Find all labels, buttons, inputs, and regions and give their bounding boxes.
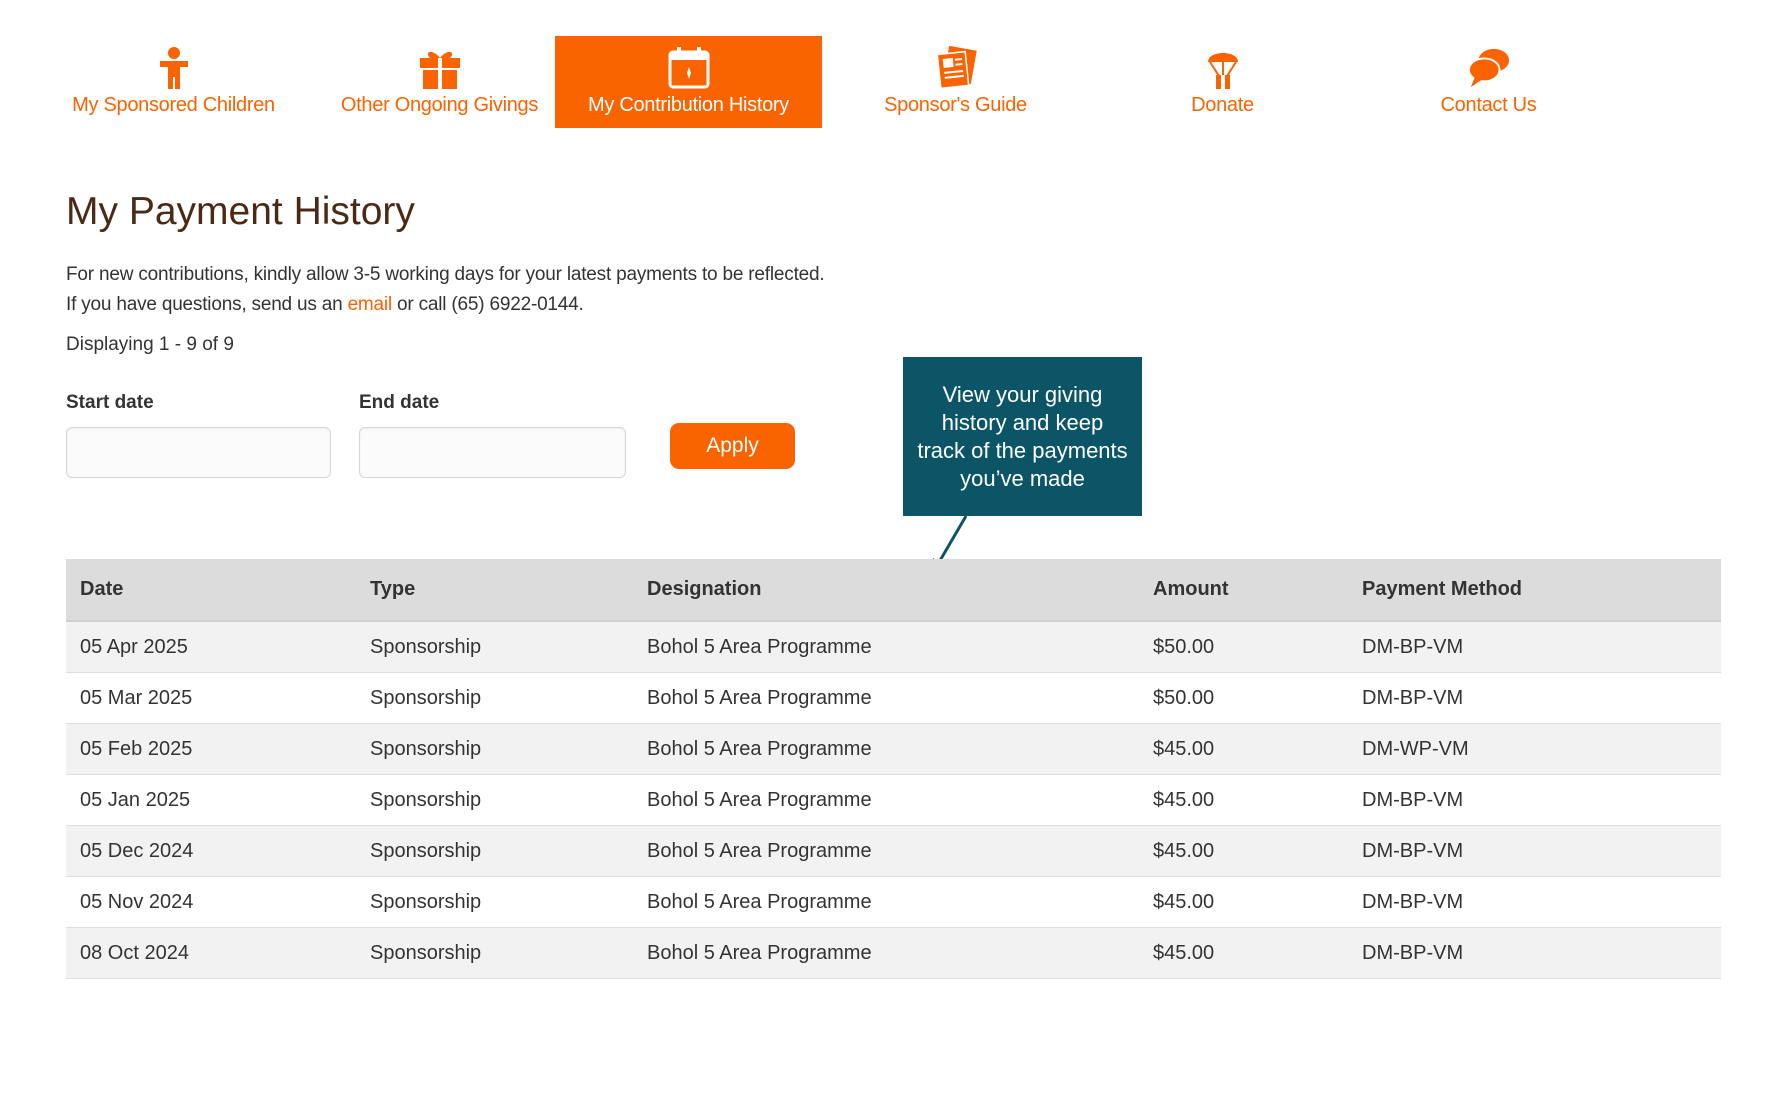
nav-item-my-sponsored-children[interactable]: My Sponsored Children [40,36,307,128]
cell-payment-method: DM-BP-VM [1348,774,1721,826]
cell-designation: Bohol 5 Area Programme [633,774,1139,826]
nav-label: Contact Us [1440,94,1537,116]
header-amount: Amount [1139,559,1348,622]
callout-text: View your giving history and keep track … [917,381,1128,491]
cell-designation: Bohol 5 Area Programme [633,825,1139,877]
donate-icon [1201,46,1245,90]
page-title: My Payment History [66,190,415,233]
intro-line-2-suffix: or call (65) 6922-0144. [391,294,584,315]
nav-item-my-contribution-history[interactable]: My Contribution History [555,36,822,128]
main-nav: My Sponsored Children Other Ongoing Givi… [40,36,1540,128]
cell-payment-method: DM-BP-VM [1348,927,1721,979]
callout-tooltip: View your giving history and keep track … [903,357,1142,516]
intro-line-2: If you have questions, send us an email … [66,290,824,320]
cell-date: 05 Nov 2024 [66,876,356,928]
table-row: 05 Apr 2025 Sponsorship Bohol 5 Area Pro… [66,621,1721,673]
table-row: 05 Mar 2025 Sponsorship Bohol 5 Area Pro… [66,672,1721,724]
table-row: 05 Feb 2025 Sponsorship Bohol 5 Area Pro… [66,723,1721,775]
table-row: 08 Oct 2024 Sponsorship Bohol 5 Area Pro… [66,927,1721,979]
chat-icon [1467,46,1511,90]
nav-label: Other Ongoing Givings [340,94,539,116]
cell-amount: $45.00 [1139,927,1348,979]
start-date-input[interactable] [66,427,331,478]
email-link[interactable]: email [348,294,393,315]
nav-item-contact-us[interactable]: Contact Us [1355,36,1622,128]
table-header-row: Date Type Designation Amount Payment Met… [66,559,1721,622]
cell-type: Sponsorship [356,723,633,775]
cell-type: Sponsorship [356,927,633,979]
display-count: Displaying 1 - 9 of 9 [66,334,234,355]
header-date: Date [66,559,356,622]
cell-amount: $50.00 [1139,672,1348,724]
calendar-icon [667,46,711,90]
cell-type: Sponsorship [356,825,633,877]
cell-payment-method: DM-BP-VM [1348,672,1721,724]
header-designation: Designation [633,559,1139,622]
cell-type: Sponsorship [356,672,633,724]
cell-designation: Bohol 5 Area Programme [633,927,1139,979]
intro-line-1: For new contributions, kindly allow 3-5 … [66,264,825,285]
nav-label: Donate [1191,94,1254,116]
cell-payment-method: DM-BP-VM [1348,621,1721,673]
nav-label: Sponsor's Guide [884,94,1027,116]
cell-date: 05 Feb 2025 [66,723,356,775]
cell-designation: Bohol 5 Area Programme [633,723,1139,775]
nav-item-donate[interactable]: Donate [1089,36,1356,128]
apply-button[interactable]: Apply [670,423,795,469]
cell-amount: $45.00 [1139,774,1348,826]
intro-text: For new contributions, kindly allow 3-5 … [66,260,825,320]
cell-type: Sponsorship [356,876,633,928]
cell-amount: $45.00 [1139,876,1348,928]
table-row: 05 Jan 2025 Sponsorship Bohol 5 Area Pro… [66,774,1721,826]
cell-designation: Bohol 5 Area Programme [633,621,1139,673]
cell-payment-method: DM-WP-VM [1348,723,1721,775]
end-date-input[interactable] [359,427,626,478]
nav-label: My Contribution History [588,94,789,116]
cell-amount: $50.00 [1139,621,1348,673]
payment-history-table: Date Type Designation Amount Payment Met… [66,559,1721,979]
cell-date: 05 Mar 2025 [66,672,356,724]
intro-line-2-prefix: If you have questions, send us an [66,294,348,315]
table-row: 05 Dec 2024 Sponsorship Bohol 5 Area Pro… [66,825,1721,877]
nav-item-other-ongoing-givings[interactable]: Other Ongoing Givings [306,36,573,128]
cell-date: 05 Jan 2025 [66,774,356,826]
end-date-label: End date [359,392,440,413]
cell-date: 05 Apr 2025 [66,621,356,673]
cell-type: Sponsorship [356,774,633,826]
cell-date: 08 Oct 2024 [66,927,356,979]
child-icon [152,46,196,90]
cell-date: 05 Dec 2024 [66,825,356,877]
cell-amount: $45.00 [1139,825,1348,877]
cell-designation: Bohol 5 Area Programme [633,876,1139,928]
cell-payment-method: DM-BP-VM [1348,825,1721,877]
cell-designation: Bohol 5 Area Programme [633,672,1139,724]
header-type: Type [356,559,633,622]
nav-item-sponsors-guide[interactable]: Sponsor's Guide [822,36,1089,128]
header-payment-method: Payment Method [1348,559,1721,622]
nav-label: My Sponsored Children [72,94,275,116]
guide-book-icon [934,46,978,90]
start-date-label: Start date [66,392,154,413]
cell-payment-method: DM-BP-VM [1348,876,1721,928]
cell-type: Sponsorship [356,621,633,673]
cell-amount: $45.00 [1139,723,1348,775]
table-row: 05 Nov 2024 Sponsorship Bohol 5 Area Pro… [66,876,1721,928]
gift-icon [418,46,462,90]
